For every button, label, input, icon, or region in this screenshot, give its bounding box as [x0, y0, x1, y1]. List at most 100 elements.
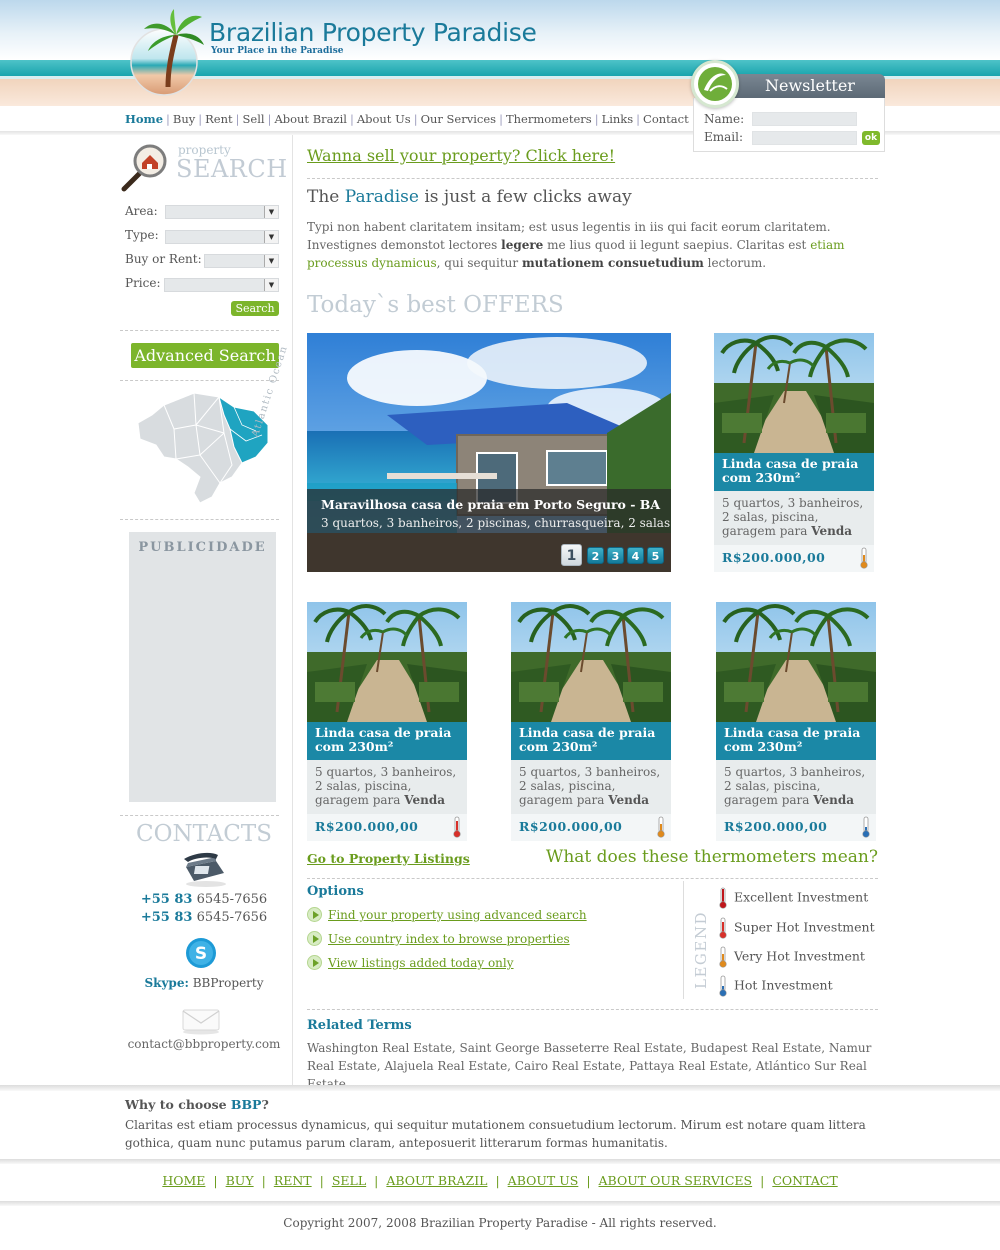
nav-item-buy[interactable]: Buy [173, 112, 195, 126]
slide-page-4[interactable]: 4 [627, 547, 644, 564]
featured-property-slideshow[interactable]: Maravilhosa casa de praia em Porto Segur… [307, 333, 671, 572]
footer-link-home[interactable]: HOME [162, 1173, 205, 1188]
thermometers-help-link[interactable]: What does these thermometers mean? [546, 847, 878, 867]
slide-page-2[interactable]: 2 [587, 547, 604, 564]
footer-separator: | [261, 1173, 266, 1188]
play-arrow-icon [307, 907, 322, 922]
footer-link-sell[interactable]: SELL [332, 1173, 366, 1188]
nav-separator: | [198, 112, 203, 126]
search-heading: SEARCH [176, 155, 288, 183]
slide-page-3[interactable]: 3 [607, 547, 624, 564]
nav-item-home[interactable]: Home [125, 112, 163, 126]
sell-property-link[interactable]: Wanna sell your property? Click here! [307, 146, 615, 165]
magnifier-house-icon [121, 144, 167, 192]
slide-page-5[interactable]: 5 [647, 547, 664, 564]
footer-navigation: HOME | BUY | RENT | SELL | ABOUT BRAZIL | ABOUT US… [0, 1173, 1000, 1188]
property-price: R$200.000,00 [722, 550, 826, 565]
skype-contact[interactable]: Skype: BBProperty [118, 976, 290, 990]
intro-text: lectorum. [703, 256, 767, 270]
footer-separator: | [586, 1173, 591, 1188]
option-country-index[interactable]: Use country index to browse properties [307, 931, 570, 946]
legend-item-label: Super Hot Investment [734, 919, 875, 935]
copyright: Copyright 2007, 2008 Brazilian Property … [283, 1216, 717, 1230]
option-link[interactable]: Use country index to browse properties [328, 932, 570, 946]
option-link[interactable]: View listings added today only [328, 956, 514, 970]
phone-number-1[interactable]: +55 83 6545-7656 [118, 892, 290, 907]
thermometer-hot-icon [719, 975, 727, 997]
footer-link-rent[interactable]: RENT [274, 1173, 312, 1188]
footer-divider [0, 1201, 1000, 1206]
price-select[interactable]: ▼ [164, 278, 279, 292]
option-today-listings[interactable]: View listings added today only [307, 955, 514, 970]
footer-separator: | [213, 1173, 218, 1188]
slideshow-pager: 1 2 3 4 5 [307, 544, 671, 566]
nav-separator: | [267, 112, 272, 126]
footer-link-about-services[interactable]: ABOUT OUR SERVICES [599, 1173, 753, 1188]
property-card[interactable]: Linda casa de praia com 230m² 5 quartos,… [714, 333, 874, 572]
options-heading: Options [307, 884, 364, 899]
nav-separator: | [235, 112, 240, 126]
property-card[interactable]: Linda casa de praia com 230m² 5 quartos,… [511, 602, 671, 841]
option-link[interactable]: Find your property using advanced search [328, 908, 587, 922]
type-select[interactable]: ▼ [165, 230, 279, 244]
property-photo [511, 602, 671, 722]
footer-separator: | [374, 1173, 379, 1188]
nav-item-about-brazil[interactable]: About Brazil [274, 112, 347, 126]
site-tagline: Your Place in the Paradise [211, 46, 344, 56]
tagline-text: is just a few clicks away [418, 187, 632, 207]
thermometer-excellent-icon [719, 887, 727, 909]
property-price-bar: R$200.000,00 [307, 814, 467, 841]
nav-item-rent[interactable]: Rent [205, 112, 233, 126]
palm-path-photo [307, 602, 467, 722]
newsletter-name-input[interactable] [752, 112, 857, 126]
palm-globe-logo-icon[interactable] [128, 7, 206, 97]
legend-item-super-hot: Super Hot Investment [718, 917, 875, 939]
divider [307, 178, 878, 179]
chevron-down-icon: ▼ [264, 231, 278, 243]
why-choose-text: Claritas est etiam processus dynamicus, … [125, 1118, 866, 1150]
chevron-down-icon: ▼ [264, 255, 278, 267]
why-heading-text: ? [261, 1097, 269, 1112]
nav-item-thermometers[interactable]: Thermometers [506, 112, 592, 126]
property-title[interactable]: Linda casa de praia com 230m² [714, 453, 874, 491]
property-title[interactable]: Linda casa de praia com 230m² [716, 722, 876, 760]
ad-banner[interactable]: PUBLICIDADE [129, 532, 276, 802]
newsletter-name-label: Name: [704, 112, 745, 126]
play-arrow-icon [307, 955, 322, 970]
skype-icon[interactable]: S [184, 936, 218, 970]
property-card[interactable]: Linda casa de praia com 230m² 5 quartos,… [716, 602, 876, 841]
legend-item-hot: Hot Investment [718, 975, 833, 997]
site-title[interactable]: Brazilian Property Paradise [209, 18, 537, 47]
featured-title[interactable]: Maravilhosa casa de praia em Porto Segur… [321, 497, 660, 512]
nav-item-our-services[interactable]: Our Services [421, 112, 497, 126]
property-title[interactable]: Linda casa de praia com 230m² [307, 722, 467, 760]
property-price: R$200.000,00 [519, 819, 623, 834]
nav-item-links[interactable]: Links [602, 112, 634, 126]
buy-or-rent-select[interactable]: ▼ [204, 254, 279, 268]
search-button[interactable]: Search [231, 301, 279, 316]
phone-number-2[interactable]: +55 83 6545-7656 [118, 910, 290, 925]
property-listings-link[interactable]: Go to Property Listings [307, 851, 470, 866]
property-card[interactable]: Linda casa de praia com 230m² 5 quartos,… [307, 602, 467, 841]
property-price: R$200.000,00 [315, 819, 419, 834]
nav-item-about-us[interactable]: About Us [357, 112, 411, 126]
option-advanced-search[interactable]: Find your property using advanced search [307, 907, 587, 922]
footer-link-about-brazil[interactable]: ABOUT BRAZIL [386, 1173, 487, 1188]
footer-link-about-us[interactable]: ABOUT US [508, 1173, 579, 1188]
slide-page-1[interactable]: 1 [561, 544, 582, 566]
nav-separator: | [594, 112, 599, 126]
footer-link-contact[interactable]: CONTACT [772, 1173, 837, 1188]
property-title[interactable]: Linda casa de praia com 230m² [511, 722, 671, 760]
intro-text: me lius quod ii legunt saepius. Claritas… [543, 238, 811, 252]
contact-email[interactable]: contact@bbproperty.com [118, 1037, 290, 1051]
footer-link-buy[interactable]: BUY [226, 1173, 254, 1188]
area-select[interactable]: ▼ [165, 205, 279, 219]
divider [120, 519, 279, 520]
property-description: 5 quartos, 3 banheiros, 2 salas, piscina… [315, 765, 467, 807]
property-deal-type: Venda [404, 793, 445, 807]
legend-vertical-text: LEGEND [692, 911, 710, 989]
phone-number-value: 6545-7656 [196, 892, 268, 907]
nav-item-contact[interactable]: Contact [643, 112, 689, 126]
nav-item-sell[interactable]: Sell [243, 112, 265, 126]
advanced-search-button[interactable]: Advanced Search [131, 343, 279, 368]
